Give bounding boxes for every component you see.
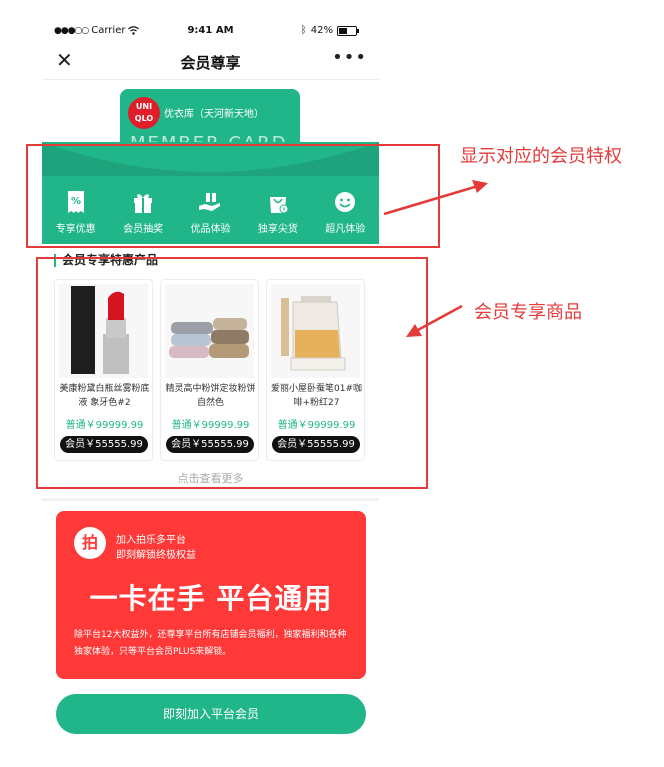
platform-promo-card[interactable]: 拍 加入拍乐多平台 即刻解锁终极权益 一卡在手 平台通用 除平台12大权益外，还… — [56, 511, 366, 679]
page-title: 会员尊享 — [180, 54, 241, 72]
section-divider — [42, 498, 379, 501]
join-platform-button[interactable]: 即刻加入平台会员 — [56, 694, 366, 734]
nav-bar: ✕ 会员尊享 ••• — [42, 44, 379, 80]
promo-line-1: 加入拍乐多平台 — [116, 535, 186, 546]
battery-percent: 42% — [310, 25, 333, 36]
store-logo: UNI QLO — [128, 97, 160, 129]
battery-group: ᛒ 42% — [300, 25, 359, 36]
more-icon[interactable]: ••• — [332, 47, 367, 68]
bluetooth-icon: ᛒ — [300, 25, 307, 36]
products-highlight-box — [36, 257, 428, 489]
benefits-annotation: 显示对应的会员特权 — [460, 146, 622, 167]
status-bar: ●●●○○ Carrier 9:41 AM ᛒ 42% — [42, 22, 379, 42]
benefits-highlight-box — [26, 144, 440, 248]
promo-description: 除平台12大权益外，还尊享平台所有店铺会员福利，独家福利和各种独家体验，只等平台… — [74, 630, 347, 657]
products-annotation: 会员专享商品 — [474, 302, 582, 323]
promo-headline: 一卡在手 平台通用 — [89, 582, 333, 615]
store-name: 优衣库（天河新天地） — [164, 109, 264, 120]
promo-line-2: 即刻解锁终极权益 — [116, 550, 196, 561]
platform-logo-icon: 拍 — [74, 527, 106, 559]
battery-icon — [337, 25, 359, 36]
